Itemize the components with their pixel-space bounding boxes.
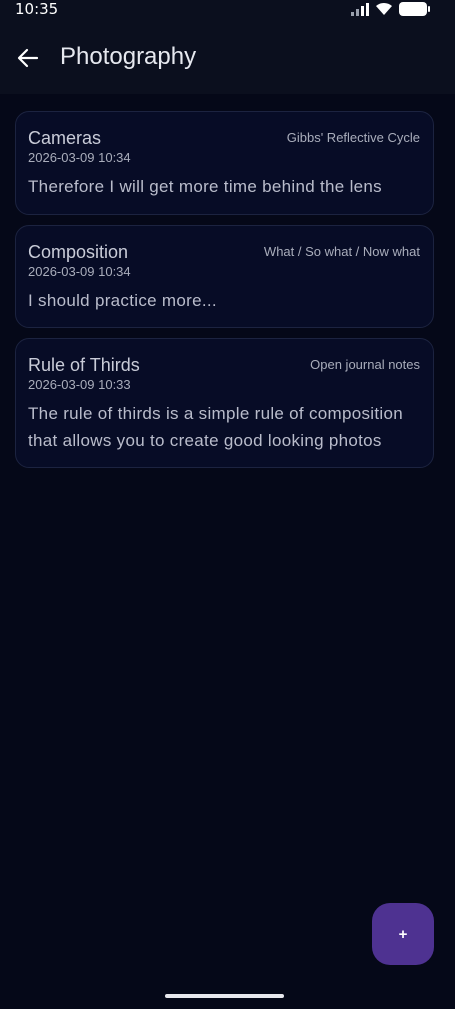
plus-icon: + <box>398 925 408 943</box>
add-entry-button[interactable]: + <box>372 903 434 965</box>
battery-icon <box>399 2 430 16</box>
entry-framework-tag: Open journal notes <box>310 357 420 372</box>
status-time: 10:35 <box>15 0 59 18</box>
arrow-left-icon <box>17 48 39 68</box>
entry-date: 2026-03-09 10:34 <box>28 150 131 165</box>
entry-date: 2026-03-09 10:34 <box>28 264 131 279</box>
page-title: Photography <box>60 43 197 70</box>
status-bar: 10:35 <box>0 0 455 20</box>
wifi-icon <box>376 2 392 16</box>
app-bar: Photography <box>0 20 455 94</box>
entry-preview: I should practice more... <box>28 291 217 310</box>
status-icons <box>351 2 430 16</box>
entry-preview: Therefore I will get more time behind th… <box>28 177 382 196</box>
entry-date: 2026-03-09 10:33 <box>28 377 131 392</box>
entry-framework-tag: Gibbs' Reflective Cycle <box>286 130 420 145</box>
entry-card[interactable]: Composition What / So what / Now what 20… <box>15 225 434 328</box>
screen: 10:35 Photography Cameras Gibbs' Reflect… <box>0 0 455 1009</box>
back-button[interactable] <box>8 38 48 78</box>
home-indicator[interactable] <box>165 994 284 998</box>
entry-card[interactable]: Rule of Thirds Open journal notes 2026-0… <box>15 338 434 468</box>
entry-preview: The rule of thirds is a simple rule of c… <box>28 404 403 450</box>
entry-card[interactable]: Cameras Gibbs' Reflective Cycle 2026-03-… <box>15 111 434 215</box>
signal-icon <box>351 3 369 16</box>
entry-framework-tag: What / So what / Now what <box>263 244 420 259</box>
entry-list: Cameras Gibbs' Reflective Cycle 2026-03-… <box>15 111 434 478</box>
